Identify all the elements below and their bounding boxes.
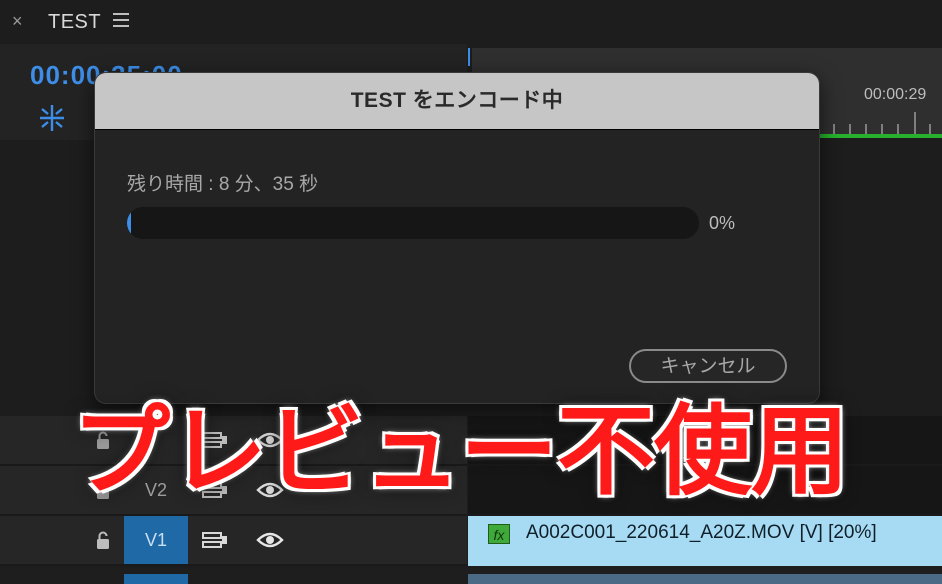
track-label-partial	[124, 574, 188, 584]
overlay-caption: プレビュー不使用	[72, 395, 849, 509]
ruler-ticks	[820, 108, 942, 134]
render-status-bar	[820, 134, 942, 138]
sync-lock-icon[interactable]	[202, 531, 228, 549]
progress-percent: 0%	[709, 213, 736, 233]
progress-fill	[127, 207, 131, 239]
ruler-time-label: 00:00:29	[864, 86, 927, 103]
snap-icon[interactable]	[36, 103, 68, 133]
clip-name: A002C001_220614_A20Z.MOV [V] [20%]	[526, 522, 877, 543]
video-clip[interactable]: fx A002C001_220614_A20Z.MOV [V] [20%]	[468, 516, 942, 566]
sequence-title[interactable]: TEST	[48, 10, 101, 34]
remaining-time-text: 残り時間 : 8 分、35 秒	[127, 174, 319, 195]
progress-bar	[127, 207, 699, 239]
encoding-dialog: TEST をエンコード中 残り時間 : 8 分、35 秒 0% キャンセル	[94, 72, 820, 404]
dialog-title: TEST をエンコード中	[350, 89, 564, 112]
top-bar	[0, 0, 942, 44]
playhead-marker[interactable]	[468, 48, 470, 66]
track-label-v1[interactable]: V1	[124, 516, 188, 564]
hamburger-menu-icon[interactable]	[113, 13, 129, 27]
eye-icon[interactable]	[256, 531, 284, 549]
close-icon[interactable]: ×	[12, 10, 23, 32]
lock-icon[interactable]	[95, 530, 111, 550]
clip-partial[interactable]	[468, 574, 942, 584]
cancel-button[interactable]: キャンセル	[629, 349, 787, 383]
track-header-v1[interactable]: V1	[0, 516, 467, 566]
fx-badge-icon[interactable]: fx	[488, 524, 510, 544]
